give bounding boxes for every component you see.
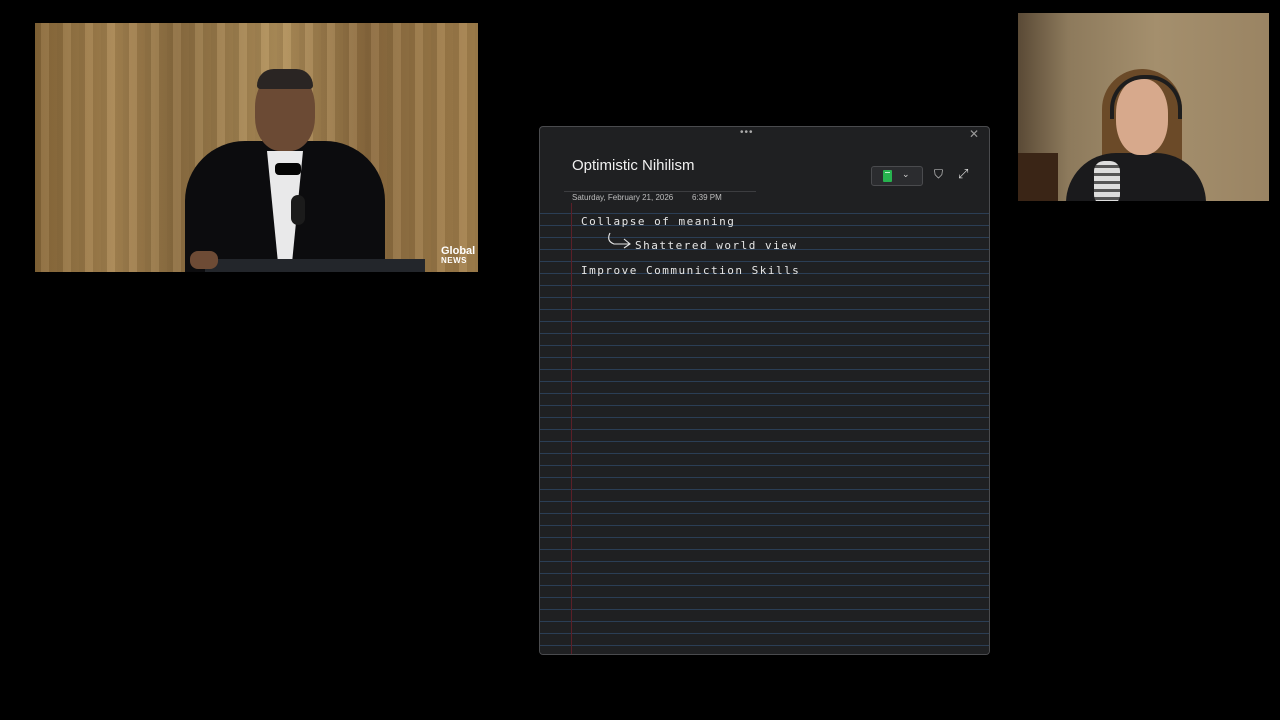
note-header: Optimistic Nihilism Saturday, February 2… [540, 141, 989, 203]
expand-icon[interactable]: ⤢ [958, 166, 972, 182]
section-picker-button[interactable]: ⌄ [871, 166, 923, 186]
microphone [291, 195, 305, 225]
note-time: 6:39 PM [692, 193, 722, 202]
handwriting-line-3: Improve Communiction Skills [581, 264, 801, 277]
logo-line1: Global [441, 245, 476, 257]
title-divider [564, 191, 756, 192]
hand-drawn-arrow-icon [608, 232, 631, 249]
speaker-hand [190, 251, 218, 269]
broadcaster-logo: Global NEWS [441, 245, 476, 266]
sticky-note-window[interactable]: ••• ✕ Optimistic Nihilism Saturday, Febr… [539, 126, 990, 655]
logo-line2: NEWS [441, 256, 467, 265]
video-feed-webcam [1018, 13, 1269, 201]
note-title[interactable]: Optimistic Nihilism [572, 157, 695, 174]
handwriting-line-1: Collapse of meaning [581, 215, 736, 228]
note-date: Saturday, February 21, 2026 [572, 193, 674, 202]
handwriting-line-2: Shattered world view [635, 239, 798, 252]
close-button[interactable]: ✕ [969, 127, 979, 141]
notebook-section-icon [883, 170, 892, 182]
speaker-bowtie [275, 163, 301, 175]
filter-icon[interactable]: ⛉ [934, 167, 948, 183]
podium [205, 259, 425, 272]
margin-line [571, 203, 572, 654]
video-feed-left: Global NEWS [35, 23, 478, 272]
person-body [1066, 153, 1206, 201]
title-bar[interactable]: ••• ✕ [540, 127, 989, 141]
podcast-microphone [1094, 161, 1120, 201]
room-shelf [1018, 153, 1058, 201]
chevron-down-icon: ⌄ [902, 169, 910, 179]
speaker-hair [257, 69, 313, 89]
drag-handle-icon[interactable]: ••• [740, 127, 754, 138]
